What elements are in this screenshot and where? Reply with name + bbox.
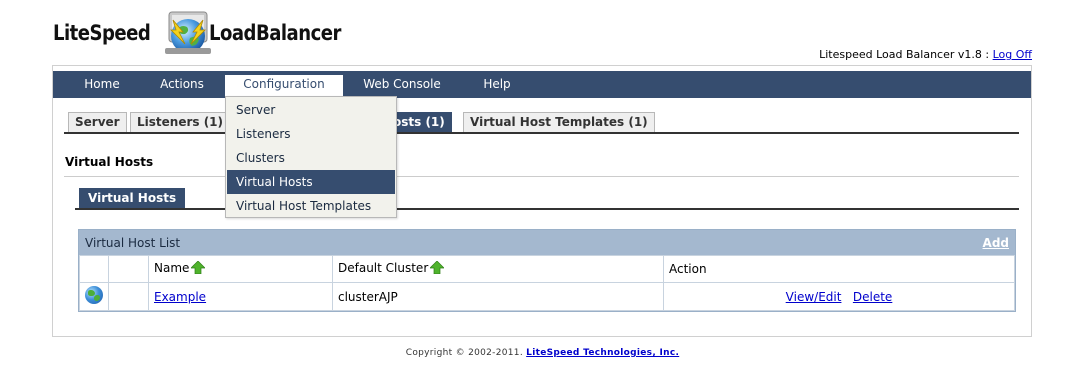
column-header-action: Action xyxy=(663,255,1015,283)
logoff-link[interactable]: Log Off xyxy=(993,48,1032,61)
menu-item-virtual-host-templates[interactable]: Virtual Host Templates xyxy=(227,194,395,218)
table-caption: Virtual Host List xyxy=(85,236,181,250)
footer: Copyright © 2002-2011. LiteSpeed Technol… xyxy=(0,348,1072,358)
nav-actions[interactable]: Actions xyxy=(149,71,215,98)
row-blank-cell xyxy=(108,282,149,311)
main-nav: Home Actions Configuration Web Console H… xyxy=(53,71,1031,98)
column-header-icon xyxy=(79,255,109,283)
section-divider xyxy=(64,176,1019,177)
add-button[interactable]: Add xyxy=(983,236,1009,250)
logo-text-right: LoadBalancer xyxy=(209,21,342,45)
table-grid: Name Default Cluster Action Example clus… xyxy=(79,255,1015,311)
row-name-cell: Example xyxy=(148,282,333,311)
page-title: Virtual Hosts xyxy=(65,155,154,169)
column-name-label: Name xyxy=(154,261,190,275)
copyright-text: Copyright © 2002-2011. xyxy=(405,348,523,358)
company-link[interactable]: LiteSpeed Technologies, Inc. xyxy=(526,348,679,358)
logo-text-left: LiteSpeed xyxy=(53,21,151,45)
nav-web-console[interactable]: Web Console xyxy=(353,71,451,98)
tabs-divider xyxy=(64,132,1019,134)
subtab-virtual-hosts[interactable]: Virtual Hosts xyxy=(79,188,186,208)
table-header-row: Name Default Cluster Action xyxy=(79,255,1015,283)
menu-item-listeners[interactable]: Listeners xyxy=(227,122,395,146)
sort-up-arrow-icon[interactable] xyxy=(190,260,207,277)
column-default-cluster-label: Default Cluster xyxy=(338,261,429,275)
delete-link[interactable]: Delete xyxy=(853,290,892,304)
tab-server[interactable]: Server xyxy=(68,112,127,133)
table-row: Example clusterAJP View/Edit Delete xyxy=(79,282,1015,311)
tab-virtual-host-templates[interactable]: Virtual Host Templates (1) xyxy=(463,112,655,133)
column-action-label: Action xyxy=(669,262,707,276)
subtab-divider xyxy=(75,208,1019,210)
globe-icon xyxy=(85,286,103,304)
table-header-bar: Virtual Host List Add xyxy=(79,230,1015,255)
column-header-name[interactable]: Name xyxy=(148,255,333,283)
logo: LiteSpeed LoadBalancer xyxy=(53,8,363,58)
column-header-blank xyxy=(108,255,149,283)
nav-home[interactable]: Home xyxy=(69,71,135,98)
nav-help[interactable]: Help xyxy=(469,71,525,98)
virtual-host-table: Virtual Host List Add Name Default Clust… xyxy=(78,229,1016,312)
menu-item-virtual-hosts[interactable]: Virtual Hosts xyxy=(227,170,395,194)
version-info: Litespeed Load Balancer v1.8 : Log Off xyxy=(819,48,1032,61)
nav-configuration[interactable]: Configuration xyxy=(225,75,343,98)
menu-item-clusters[interactable]: Clusters xyxy=(227,146,395,170)
column-header-default-cluster[interactable]: Default Cluster xyxy=(332,255,664,283)
configuration-dropdown-menu: Server Listeners Clusters Virtual Hosts … xyxy=(225,96,397,218)
product-version: Litespeed Load Balancer v1.8 : xyxy=(819,48,990,61)
view-edit-link[interactable]: View/Edit xyxy=(786,290,842,304)
row-cluster-cell: clusterAJP xyxy=(332,282,664,311)
row-icon-cell xyxy=(79,282,109,311)
sort-up-arrow-icon[interactable] xyxy=(429,260,446,277)
tab-listeners[interactable]: Listeners (1) xyxy=(130,112,231,133)
row-action-cell: View/Edit Delete xyxy=(663,282,1015,311)
menu-item-server[interactable]: Server xyxy=(227,98,395,122)
vhost-name-link[interactable]: Example xyxy=(154,290,206,304)
